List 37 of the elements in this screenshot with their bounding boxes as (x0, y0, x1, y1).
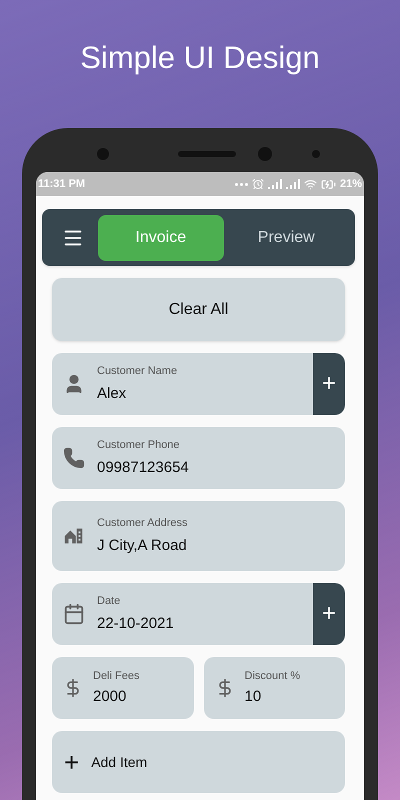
field-label: Date (97, 594, 122, 608)
field-value: 10 (244, 687, 262, 707)
field-label: Customer Name (97, 364, 178, 378)
field-label: Customer Phone (97, 438, 181, 452)
field-value: 09987123654 (97, 458, 190, 478)
alarm-icon (252, 178, 264, 190)
speaker-icon (178, 151, 236, 157)
field-value: 22-10-2021 (97, 614, 175, 634)
field-label: Deli Fees (93, 668, 140, 684)
add-button[interactable]: + (313, 583, 345, 645)
field-value: 2000 (93, 687, 128, 707)
add-button[interactable]: + (313, 353, 345, 415)
camera-icon (97, 148, 109, 160)
field-label: Customer Address (97, 516, 188, 530)
status-time: 11:31 PM (38, 176, 86, 192)
headline: Simple UI Design (79, 39, 321, 77)
input-field[interactable]: Customer Phone 09987123654 (52, 427, 345, 489)
battery-level: 21% (340, 176, 362, 192)
input-field[interactable]: Discount % 10 (204, 657, 345, 719)
calendar-icon (63, 603, 85, 625)
input-field[interactable]: Date 22-10-2021 + (52, 583, 345, 645)
phone-icon (63, 447, 85, 469)
more-icon (234, 182, 248, 186)
camera-icon (258, 147, 272, 161)
add-item-button[interactable]: + Add Item (52, 731, 345, 793)
input-field[interactable]: Customer Name Alex + (52, 353, 345, 415)
signal-icon (286, 179, 300, 189)
signal-icon (268, 179, 282, 189)
input-field[interactable]: Customer Address J City,A Road (52, 501, 345, 571)
field-value: J City,A Road (97, 536, 188, 556)
sensor-icon (312, 150, 320, 158)
tab[interactable]: Preview (224, 214, 349, 260)
input-field[interactable]: Deli Fees 2000 (52, 657, 194, 719)
wifi-icon (304, 178, 317, 190)
field-value: Alex (97, 384, 128, 404)
field-label: Discount % (244, 668, 300, 684)
clear-all-button[interactable]: Clear All (52, 278, 345, 341)
